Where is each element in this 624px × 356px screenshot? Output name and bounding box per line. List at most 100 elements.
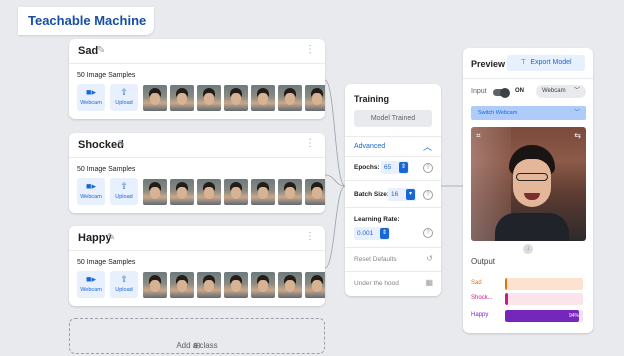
sample-thumbnail[interactable] — [305, 272, 325, 298]
chevron-down-icon[interactable]: ▾ — [406, 189, 415, 200]
input-toggle[interactable] — [493, 87, 510, 98]
sample-thumbnails — [143, 179, 325, 205]
chart-icon[interactable]: ▦ — [425, 278, 433, 287]
pencil-icon[interactable]: ✎ — [107, 232, 115, 243]
preview-title: Preview — [471, 59, 506, 69]
stepper-icon[interactable]: ⇕ — [380, 228, 389, 239]
input-label: Input — [471, 88, 487, 95]
chevron-down-icon: ﹀ — [573, 88, 580, 94]
output-bar-fill — [505, 278, 507, 290]
upload-button[interactable]: ⇧ Upload — [110, 178, 138, 205]
reset-defaults-button[interactable]: Reset Defaults — [354, 256, 397, 263]
class-header: Happy ✎ ⋮ — [69, 226, 325, 251]
sample-thumbnail[interactable] — [170, 85, 194, 111]
sample-thumbnail[interactable] — [278, 272, 302, 298]
webcam-button[interactable]: ■▸ Webcam — [77, 271, 105, 298]
pencil-icon[interactable]: ✎ — [117, 139, 125, 150]
output-label-1: Shock... — [471, 295, 493, 301]
videocam-icon: ■▸ — [86, 181, 96, 191]
sample-thumbnail[interactable] — [278, 179, 302, 205]
upload-icon: ⇧ — [120, 87, 128, 97]
sample-thumbnail[interactable] — [224, 272, 248, 298]
sample-thumbnail[interactable] — [197, 179, 221, 205]
webcam-feed: ⌗ ⇆ — [471, 127, 586, 241]
sample-thumbnail[interactable] — [170, 179, 194, 205]
samples-label: 50 Image Samples — [77, 166, 136, 173]
sample-thumbnail[interactable] — [143, 85, 167, 111]
output-bar-track — [505, 293, 583, 305]
upload-icon: ⇧ — [120, 274, 128, 284]
training-title: Training — [354, 94, 390, 104]
sample-thumbnail[interactable] — [251, 179, 275, 205]
class-header: Sad ✎ ⋮ — [69, 39, 325, 64]
class-card-sad: Sad ✎ ⋮ 50 Image Samples ■▸ Webcam ⇧ Upl… — [69, 39, 325, 119]
help-icon[interactable]: ? — [423, 190, 433, 200]
output-bar-track — [505, 278, 583, 290]
divider — [345, 247, 441, 248]
samples-label: 50 Image Samples — [77, 72, 136, 79]
export-model-button[interactable]: ⊤ Export Model — [507, 55, 585, 71]
divider — [345, 180, 441, 181]
arrow-down-icon: ↓ — [523, 244, 533, 254]
stepper-icon[interactable]: ⇕ — [399, 162, 408, 173]
add-class-button[interactable]: ⊞ Add a class — [69, 318, 325, 354]
output-label-2: Happy — [471, 312, 489, 318]
epochs-label: Epochs: — [354, 164, 380, 171]
sample-thumbnail[interactable] — [278, 85, 302, 111]
output-percent: 94% — [568, 313, 579, 319]
kebab-icon[interactable]: ⋮ — [305, 231, 315, 242]
learning-rate-input[interactable]: 0.001 ⇕ — [354, 227, 390, 240]
under-the-hood-button[interactable]: Under the hood — [354, 280, 399, 287]
preview-panel: Preview ⊤ Export Model Input ON Webcam ﹀… — [463, 48, 593, 333]
output-bar-fill — [505, 293, 509, 305]
output-label: Output — [471, 257, 496, 266]
help-icon[interactable]: ? — [423, 163, 433, 173]
advanced-toggle[interactable]: Advanced — [354, 143, 385, 150]
help-icon[interactable]: ? — [423, 228, 433, 238]
upload-button[interactable]: ⇧ Upload — [110, 271, 138, 298]
batch-size-select[interactable]: 16 ▾ — [388, 188, 416, 201]
divider — [463, 78, 593, 79]
chevron-up-icon[interactable]: ︿ — [423, 140, 432, 153]
sample-thumbnail[interactable] — [224, 179, 248, 205]
switch-webcam-select[interactable]: Switch Webcam ﹀ — [471, 106, 586, 120]
webcam-button[interactable]: ■▸ Webcam — [77, 178, 105, 205]
upload-button[interactable]: ⇧ Upload — [110, 84, 138, 111]
samples-label: 50 Image Samples — [77, 259, 136, 266]
class-card-happy: Happy ✎ ⋮ 50 Image Samples ■▸ Webcam ⇧ U… — [69, 226, 325, 306]
reset-icon[interactable]: ↺ — [426, 254, 433, 263]
output-label-0: Sad — [471, 280, 482, 286]
sample-thumbnail[interactable] — [224, 85, 248, 111]
sample-thumbnails — [143, 85, 325, 111]
sample-thumbnail[interactable] — [197, 85, 221, 111]
crop-icon[interactable]: ⌗ — [476, 131, 481, 141]
epochs-input[interactable]: 65 ⇕ — [381, 161, 409, 174]
train-model-button[interactable]: Model Trained — [354, 110, 432, 127]
camera-select[interactable]: Webcam ﹀ — [536, 85, 586, 98]
webcam-button[interactable]: ■▸ Webcam — [77, 84, 105, 111]
sample-thumbnail[interactable] — [143, 179, 167, 205]
class-name[interactable]: Sad — [78, 45, 98, 57]
divider — [345, 136, 441, 137]
sample-thumbnail[interactable] — [305, 85, 325, 111]
add-class-label: Add a class — [176, 341, 218, 350]
output-bar-fill — [505, 310, 580, 322]
toggle-state-label: ON — [515, 88, 524, 94]
sample-thumbnails — [143, 272, 325, 298]
kebab-icon[interactable]: ⋮ — [305, 44, 315, 55]
sample-thumbnail[interactable] — [305, 179, 325, 205]
chevron-down-icon: ﹀ — [573, 110, 580, 116]
sample-thumbnail[interactable] — [143, 272, 167, 298]
learning-rate-label: Learning Rate: — [354, 216, 400, 223]
sample-thumbnail[interactable] — [251, 85, 275, 111]
class-card-shocked: Shocked ✎ ⋮ 50 Image Samples ■▸ Webcam ⇧… — [69, 133, 325, 213]
training-panel: Training Model Trained Advanced ︿ Epochs… — [345, 84, 441, 296]
class-header: Shocked ✎ ⋮ — [69, 133, 325, 158]
sample-thumbnail[interactable] — [251, 272, 275, 298]
kebab-icon[interactable]: ⋮ — [305, 138, 315, 149]
flip-icon[interactable]: ⇆ — [574, 131, 581, 140]
pencil-icon[interactable]: ✎ — [97, 45, 105, 56]
divider — [345, 156, 441, 157]
sample-thumbnail[interactable] — [170, 272, 194, 298]
sample-thumbnail[interactable] — [197, 272, 221, 298]
